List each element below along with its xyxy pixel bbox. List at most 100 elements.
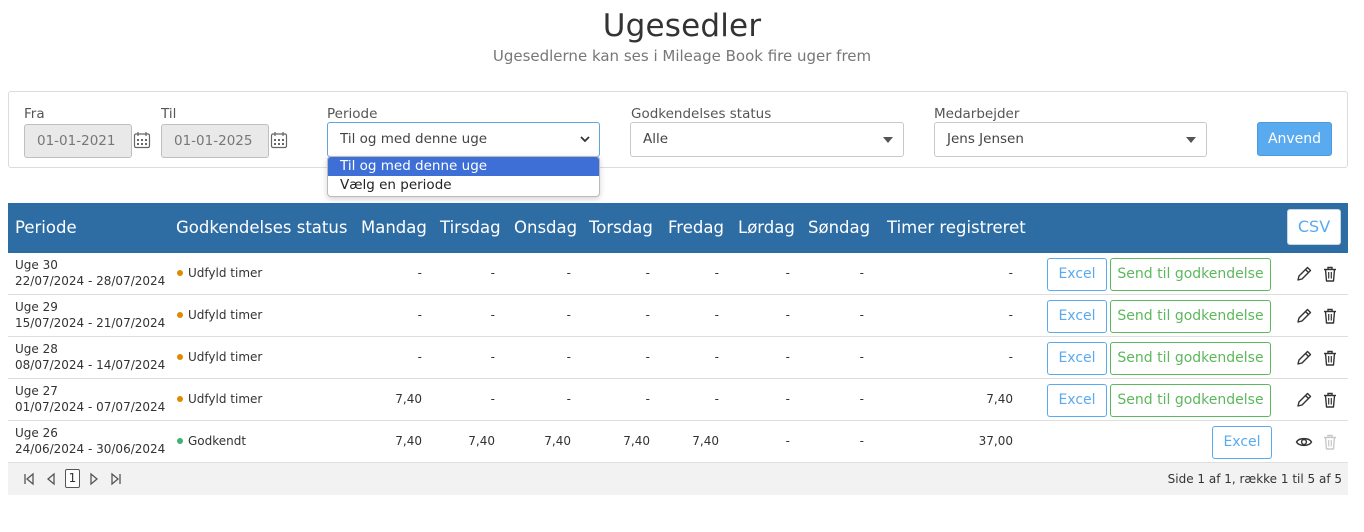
trash-icon[interactable] xyxy=(1321,307,1339,325)
row-tuesday-hours: - xyxy=(490,266,495,280)
row-monday-hours: - xyxy=(417,266,422,280)
excel-button[interactable]: Excel xyxy=(1212,426,1272,459)
next-page-icon[interactable] xyxy=(87,472,101,486)
row-sunday-hours: - xyxy=(859,434,864,448)
row-week: Uge 27 xyxy=(15,384,58,398)
status-dot xyxy=(177,437,183,444)
row-thursday-hours: - xyxy=(645,266,650,280)
row-status: Udfyld timer xyxy=(177,308,262,322)
trash-icon[interactable] xyxy=(1321,265,1339,283)
row-date-range: 15/07/2024 - 21/07/2024 xyxy=(15,316,166,330)
row-wednesday-hours: - xyxy=(566,392,571,406)
column-header-thursday[interactable]: Torsdag xyxy=(589,218,653,237)
row-tuesday-hours: - xyxy=(490,392,495,406)
excel-button[interactable]: Excel xyxy=(1047,384,1107,417)
edit-icon[interactable] xyxy=(1295,349,1313,367)
status-select-value: Alle xyxy=(643,131,669,147)
row-week: Uge 28 xyxy=(15,342,58,356)
table-row: Uge 29 15/07/2024 - 21/07/2024 Udfyld time… xyxy=(8,295,1348,337)
row-thursday-hours: - xyxy=(645,392,650,406)
excel-button[interactable]: Excel xyxy=(1047,258,1107,291)
row-date-range: 24/06/2024 - 30/06/2024 xyxy=(15,442,166,456)
apply-button[interactable]: Anvend xyxy=(1257,122,1332,156)
column-header-period[interactable]: Periode xyxy=(15,218,77,237)
column-header-saturday[interactable]: Lørdag xyxy=(738,218,795,237)
row-total-hours: - xyxy=(1008,266,1013,280)
trash-icon[interactable] xyxy=(1321,349,1339,367)
current-page[interactable]: 1 xyxy=(65,469,80,488)
status-label: Godkendelses status xyxy=(631,106,772,122)
trash-icon[interactable] xyxy=(1321,391,1339,409)
row-status: Godkendt xyxy=(177,434,246,448)
send-for-approval-button[interactable]: Send til godkendelse xyxy=(1110,342,1271,375)
csv-button[interactable]: CSV xyxy=(1287,209,1341,245)
row-tuesday-hours: - xyxy=(490,350,495,364)
chevron-down-icon xyxy=(580,136,590,143)
row-week: Uge 26 xyxy=(15,426,58,440)
table-row: Uge 28 08/07/2024 - 14/07/2024 Udfyld time… xyxy=(8,337,1348,379)
to-date-input[interactable]: 01-01-2025 xyxy=(161,124,269,158)
row-saturday-hours: - xyxy=(785,308,790,322)
row-date-range: 01/07/2024 - 07/07/2024 xyxy=(15,400,166,414)
row-status: Udfyld timer xyxy=(177,392,262,406)
last-page-icon[interactable] xyxy=(109,472,123,486)
send-for-approval-button[interactable]: Send til godkendelse xyxy=(1110,300,1271,333)
period-option[interactable]: Vælg en periode xyxy=(328,176,599,195)
prev-page-icon[interactable] xyxy=(44,472,58,486)
row-status-label: Udfyld timer xyxy=(188,392,263,406)
period-select[interactable]: Til og med denne uge xyxy=(327,122,600,157)
column-header-sunday[interactable]: Søndag xyxy=(808,218,870,237)
row-status: Udfyld timer xyxy=(177,350,262,364)
excel-button[interactable]: Excel xyxy=(1047,300,1107,333)
period-dropdown-menu: Til og med denne uge Vælg en periode xyxy=(327,156,600,197)
column-header-friday[interactable]: Fredag xyxy=(668,218,724,237)
row-friday-hours: - xyxy=(714,308,719,322)
status-dot xyxy=(177,269,183,276)
row-sunday-hours: - xyxy=(859,350,864,364)
row-sunday-hours: - xyxy=(859,392,864,406)
row-friday-hours: - xyxy=(714,350,719,364)
column-header-hours[interactable]: Timer registreret xyxy=(887,218,1026,237)
employee-select[interactable]: Jens Jensen xyxy=(934,122,1207,157)
row-date-range: 22/07/2024 - 28/07/2024 xyxy=(15,274,166,288)
row-saturday-hours: - xyxy=(785,350,790,364)
caret-down-icon xyxy=(1186,137,1196,143)
page-subtitle: Ugesedlerne kan ses i Mileage Book fire … xyxy=(492,47,872,65)
period-option[interactable]: Til og med denne uge xyxy=(328,157,599,176)
calendar-icon[interactable] xyxy=(270,131,288,149)
trash-icon xyxy=(1324,434,1336,450)
column-header-wednesday[interactable]: Onsdag xyxy=(514,218,577,237)
excel-button[interactable]: Excel xyxy=(1047,342,1107,375)
pager-info: Side 1 af 1, række 1 til 5 af 5 xyxy=(1167,472,1342,486)
row-friday-hours: 7,40 xyxy=(692,434,719,448)
view-icon[interactable] xyxy=(1295,433,1313,451)
status-dot xyxy=(177,311,183,318)
send-for-approval-button[interactable]: Send til godkendelse xyxy=(1110,384,1271,417)
send-for-approval-button[interactable]: Send til godkendelse xyxy=(1110,258,1271,291)
row-monday-hours: 7,40 xyxy=(395,392,422,406)
edit-icon[interactable] xyxy=(1295,391,1313,409)
page-title: Ugesedler xyxy=(602,8,762,44)
row-status-label: Godkendt xyxy=(188,434,247,448)
row-saturday-hours: - xyxy=(785,434,790,448)
status-select[interactable]: Alle xyxy=(630,122,904,157)
edit-icon[interactable] xyxy=(1295,265,1313,283)
edit-icon[interactable] xyxy=(1295,307,1313,325)
table-body: Uge 30 22/07/2024 - 28/07/2024 Udfyld time… xyxy=(8,253,1348,463)
row-monday-hours: - xyxy=(417,350,422,364)
row-total-hours: - xyxy=(1008,350,1013,364)
employee-label: Medarbejder xyxy=(934,106,1020,122)
column-header-tuesday[interactable]: Tirsdag xyxy=(440,218,501,237)
row-friday-hours: - xyxy=(714,392,719,406)
from-label: Fra xyxy=(24,106,45,122)
row-saturday-hours: - xyxy=(785,392,790,406)
calendar-icon[interactable] xyxy=(133,131,151,149)
from-date-input[interactable]: 01-01-2021 xyxy=(24,124,132,158)
row-tuesday-hours: - xyxy=(490,308,495,322)
column-header-status[interactable]: Godkendelses status xyxy=(176,218,347,237)
row-week: Uge 30 xyxy=(15,258,58,272)
first-page-icon[interactable] xyxy=(22,472,36,486)
row-total-hours: 37,00 xyxy=(978,434,1013,448)
row-friday-hours: - xyxy=(714,266,719,280)
column-header-monday[interactable]: Mandag xyxy=(361,218,427,237)
